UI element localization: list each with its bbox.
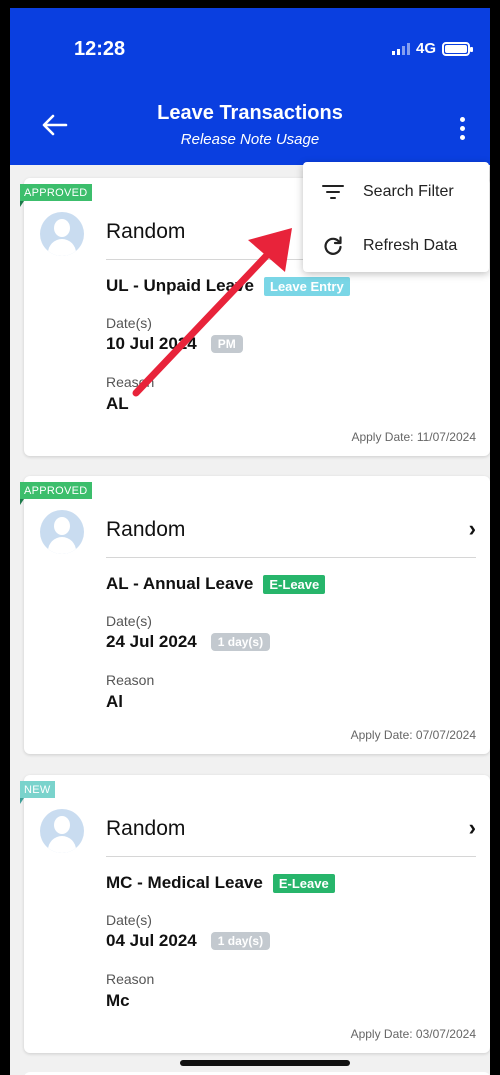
battery-icon [442, 41, 474, 56]
options-menu: Search Filter Refresh Data [303, 162, 489, 272]
leave-date: 10 Jul 2024 [106, 334, 197, 353]
date-row: 10 Jul 2024 PM [106, 334, 243, 354]
header-titles: Leave Transactions Release Note Usage [10, 102, 490, 148]
leave-date: 24 Jul 2024 [106, 632, 197, 651]
avatar [40, 510, 84, 554]
leave-source-tag: E-Leave [272, 873, 335, 893]
leave-type-row: UL - Unpaid Leave Leave Entry [106, 276, 350, 296]
status-indicators: 4G [392, 40, 474, 57]
apply-date: Apply Date: 07/07/2024 [350, 728, 476, 742]
date-row: 24 Jul 2024 1 day(s) [106, 632, 271, 652]
leave-type: UL - Unpaid Leave [106, 276, 254, 295]
leave-type-row: AL - Annual Leave E-Leave [106, 574, 326, 594]
chevron-right-icon[interactable]: › [469, 815, 476, 841]
status-badge: APPROVED [20, 184, 92, 207]
status-badge: NEW [20, 781, 55, 804]
reason-label: Reason [106, 971, 155, 987]
more-options-button[interactable] [448, 111, 476, 145]
home-indicator[interactable] [180, 1060, 350, 1066]
avatar [40, 212, 84, 256]
app-header: 12:28 4G Leave Transactions Release Note… [10, 8, 490, 165]
leave-type: AL - Annual Leave [106, 574, 254, 593]
page-subtitle: Release Note Usage [180, 131, 320, 148]
status-time: 12:28 [74, 38, 126, 60]
divider [106, 856, 476, 857]
leave-card[interactable]: APPROVED Random › AL - Annual Leave E-Le… [20, 476, 490, 754]
apply-date: Apply Date: 11/07/2024 [351, 430, 476, 444]
avatar [40, 809, 84, 853]
divider [106, 557, 476, 558]
reason-label: Reason [106, 672, 155, 688]
dates-label: Date(s) [106, 315, 152, 331]
more-vertical-icon [459, 116, 465, 122]
chevron-right-icon[interactable]: › [469, 516, 476, 542]
menu-item-search-filter[interactable]: Search Filter [303, 166, 489, 218]
apply-date: Apply Date: 03/07/2024 [350, 1027, 476, 1041]
reason-value: Mc [106, 991, 130, 1010]
date-row: 04 Jul 2024 1 day(s) [106, 931, 271, 951]
signal-icon [392, 42, 410, 55]
dates-label: Date(s) [106, 613, 152, 629]
menu-item-label: Refresh Data [363, 237, 458, 254]
leave-date: 04 Jul 2024 [106, 931, 197, 950]
filter-icon [322, 185, 344, 199]
employee-name: Random [106, 220, 186, 243]
employee-name: Random [106, 518, 186, 541]
reason-value: Al [106, 692, 123, 711]
leave-source-tag: Leave Entry [264, 276, 350, 296]
employee-name: Random [106, 817, 186, 840]
duration-pill: 1 day(s) [210, 633, 271, 651]
leave-type-row: MC - Medical Leave E-Leave [106, 873, 335, 893]
menu-item-label: Search Filter [363, 183, 454, 200]
reason-label: Reason [106, 374, 155, 390]
reason-value: AL [106, 394, 129, 413]
duration-pill: 1 day(s) [210, 932, 271, 950]
status-badge: APPROVED [20, 482, 92, 505]
dates-label: Date(s) [106, 912, 152, 928]
page-title: Leave Transactions [157, 102, 343, 124]
menu-item-refresh-data[interactable]: Refresh Data [303, 220, 489, 272]
refresh-icon [324, 236, 342, 255]
leave-source-tag: E-Leave [263, 574, 326, 594]
leave-card[interactable]: NEW Random › MC - Medical Leave E-Leave … [20, 775, 490, 1053]
network-label: 4G [416, 40, 437, 57]
duration-pill: PM [210, 335, 243, 353]
leave-type: MC - Medical Leave [106, 873, 263, 892]
